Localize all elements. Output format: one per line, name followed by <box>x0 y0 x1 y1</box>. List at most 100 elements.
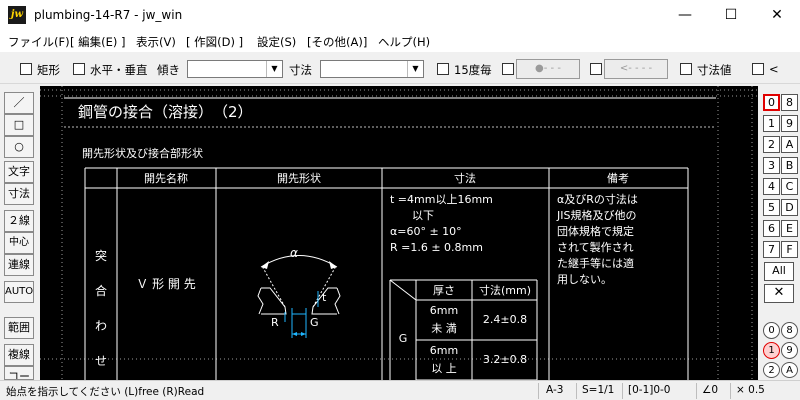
group-1-button[interactable]: 1 <box>763 342 780 359</box>
chevron-down-icon[interactable]: ▼ <box>407 61 423 77</box>
rect-tool-button[interactable]: □ <box>4 114 34 136</box>
g-label: G <box>310 316 319 329</box>
menu-file[interactable]: ファイル(F) <box>8 34 70 50</box>
status-message: 始点を指示してください (L)free (R)Read <box>6 386 205 398</box>
point-checkbox[interactable] <box>502 63 514 75</box>
menu-edit[interactable]: [ 編集(E) ] <box>70 34 126 50</box>
deg15-label: 15度毎 <box>454 63 492 77</box>
remark-line-3: 団体規格で規定 <box>557 224 634 238</box>
gap-row-label: G <box>399 332 408 345</box>
layer-7-button[interactable]: 7 <box>763 241 780 258</box>
layer-a-button[interactable]: A <box>781 136 798 153</box>
dim-line-4: R =1.6 ± 0.8mm <box>390 241 483 254</box>
header-dimensions: 寸法 <box>454 171 476 185</box>
status-bar: 始点を指示してください (L)free (R)Read A-3 S=1/1 [0… <box>0 380 800 400</box>
menu-other[interactable]: [その他(A)] <box>307 34 367 50</box>
dim-line-2: 以下 <box>412 209 434 222</box>
menu-help[interactable]: ヘルプ(H) <box>378 34 430 50</box>
remark-line-1: α及びRの寸法は <box>557 192 638 206</box>
group-0-button[interactable]: 0 <box>763 322 780 339</box>
layer-4-button[interactable]: 4 <box>763 178 780 195</box>
text-tool-button[interactable]: 文字 <box>4 161 34 183</box>
range-tool-button[interactable]: 範囲 <box>4 317 34 339</box>
maximize-button[interactable]: ☐ <box>708 0 754 30</box>
circle-tool-button[interactable]: ○ <box>4 136 34 158</box>
auto-tool-button[interactable]: AUTO <box>4 281 34 303</box>
corner-tool-button[interactable]: コーナー <box>4 366 34 380</box>
app-icon: jw <box>8 6 26 24</box>
angle-readout[interactable]: ∠0 <box>702 384 718 396</box>
dimension-tool-button[interactable]: 寸法 <box>4 183 34 205</box>
layer-readout[interactable]: [0-1]0-0 <box>628 384 671 396</box>
menu-draw[interactable]: [ 作図(D) ] <box>186 34 243 50</box>
dim-line-3: α=60° ± 10° <box>390 225 462 238</box>
layer-c-button[interactable]: C <box>781 178 798 195</box>
rect-checkbox[interactable] <box>20 63 32 75</box>
connect-line-tool-button[interactable]: 連線 <box>4 254 34 276</box>
hv-checkbox[interactable] <box>73 63 85 75</box>
layer-5-button[interactable]: 5 <box>763 199 780 216</box>
point-mode-button[interactable]: ●- - - <box>516 59 580 79</box>
layer-d-button[interactable]: D <box>781 199 798 216</box>
drawing-canvas[interactable]: 鋼管の接合（溶接） （2） 開先形状及び接合部形状 開先名称 開先形状 寸法 備… <box>40 86 758 380</box>
tilt-combo[interactable]: ▼ <box>187 60 283 78</box>
row-label-char-4: せ <box>95 354 107 368</box>
lt-label: < <box>769 62 779 76</box>
gap-row2-value: 3.2±0.8 <box>483 353 527 366</box>
group-8-button[interactable]: 8 <box>781 322 798 339</box>
centerline-tool-button[interactable]: 中心線 <box>4 232 34 268</box>
offset-tool-button[interactable]: 複線 <box>4 344 34 366</box>
back-checkbox[interactable] <box>590 63 602 75</box>
hv-label: 水平・垂直 <box>90 63 148 77</box>
gap-row2-condition: 以 上 <box>431 362 457 375</box>
dim-combo[interactable]: ▼ <box>320 60 424 78</box>
layer-0-button[interactable]: 0 <box>763 94 780 111</box>
r-label: R <box>271 316 279 329</box>
row-label-char-1: 突 <box>95 248 107 263</box>
line-tool-button[interactable]: ／ <box>4 92 34 114</box>
remark-line-4: されて製作され <box>557 240 634 254</box>
lt-checkbox[interactable] <box>752 63 764 75</box>
drawing-svg: 鋼管の接合（溶接） （2） 開先形状及び接合部形状 開先名称 開先形状 寸法 備… <box>40 86 758 380</box>
row-label-char-3: わ <box>95 319 107 333</box>
jw-win-window: jw plumbing-14-R7 - jw_win — ☐ ✕ ファイル(F)… <box>0 0 800 400</box>
minimize-button[interactable]: — <box>662 0 708 30</box>
group-2-button[interactable]: 2 <box>763 362 780 378</box>
gap-row1-condition: 未 満 <box>431 322 457 335</box>
paper-size[interactable]: A-3 <box>546 384 563 396</box>
layer-3-button[interactable]: 3 <box>763 157 780 174</box>
menu-bar: ファイル(F) [ 編集(E) ] 表示(V) [ 作図(D) ] 設定(S) … <box>0 30 800 52</box>
layer-e-button[interactable]: E <box>781 220 798 237</box>
layer-1-button[interactable]: 1 <box>763 115 780 132</box>
remark-line-5: た継手等には適 <box>557 256 634 270</box>
double-line-tool-button[interactable]: ２線 <box>4 210 34 232</box>
deg15-checkbox[interactable] <box>437 63 449 75</box>
group-a-button[interactable]: A <box>781 362 798 378</box>
control-bar: 矩形 水平・垂直 傾き ▼ 寸法 ▼ 15度毎 ●- - - <- - - - … <box>0 54 800 84</box>
scale-readout[interactable]: S=1/1 <box>582 384 614 396</box>
back-mode-button[interactable]: <- - - - <box>604 59 668 79</box>
layer-b-button[interactable]: B <box>781 157 798 174</box>
layer-all-button[interactable]: All <box>764 262 794 281</box>
header-groove-shape: 開先形状 <box>277 171 321 185</box>
zoom-readout[interactable]: × 0.5 <box>736 384 765 396</box>
close-button[interactable]: ✕ <box>754 0 800 30</box>
group-9-button[interactable]: 9 <box>781 342 798 359</box>
gap-row1-value: 2.4±0.8 <box>483 313 527 326</box>
menu-settings[interactable]: 設定(S) <box>257 34 296 50</box>
menu-view[interactable]: 表示(V) <box>136 34 176 50</box>
layer-close-icon[interactable]: ✕ <box>764 284 794 303</box>
layer-6-button[interactable]: 6 <box>763 220 780 237</box>
dimval-checkbox[interactable] <box>680 63 692 75</box>
layer-2-button[interactable]: 2 <box>763 136 780 153</box>
left-tool-palette: ／ □ ○ 文字 寸法 ２線 中心線 連線 AUTO 範囲 複線 コーナー <box>0 86 38 380</box>
chevron-down-icon[interactable]: ▼ <box>266 61 282 77</box>
status-divider <box>538 383 539 399</box>
layer-palette: 0 8 1 9 2 A 3 B 4 C 5 D 6 E 7 F All ✕ 0 … <box>760 86 800 380</box>
status-divider <box>696 383 697 399</box>
layer-9-button[interactable]: 9 <box>781 115 798 132</box>
layer-8-button[interactable]: 8 <box>781 94 798 111</box>
alpha-label: α <box>290 246 298 260</box>
layer-f-button[interactable]: F <box>781 241 798 258</box>
window-title: plumbing-14-R7 - jw_win <box>34 8 183 22</box>
